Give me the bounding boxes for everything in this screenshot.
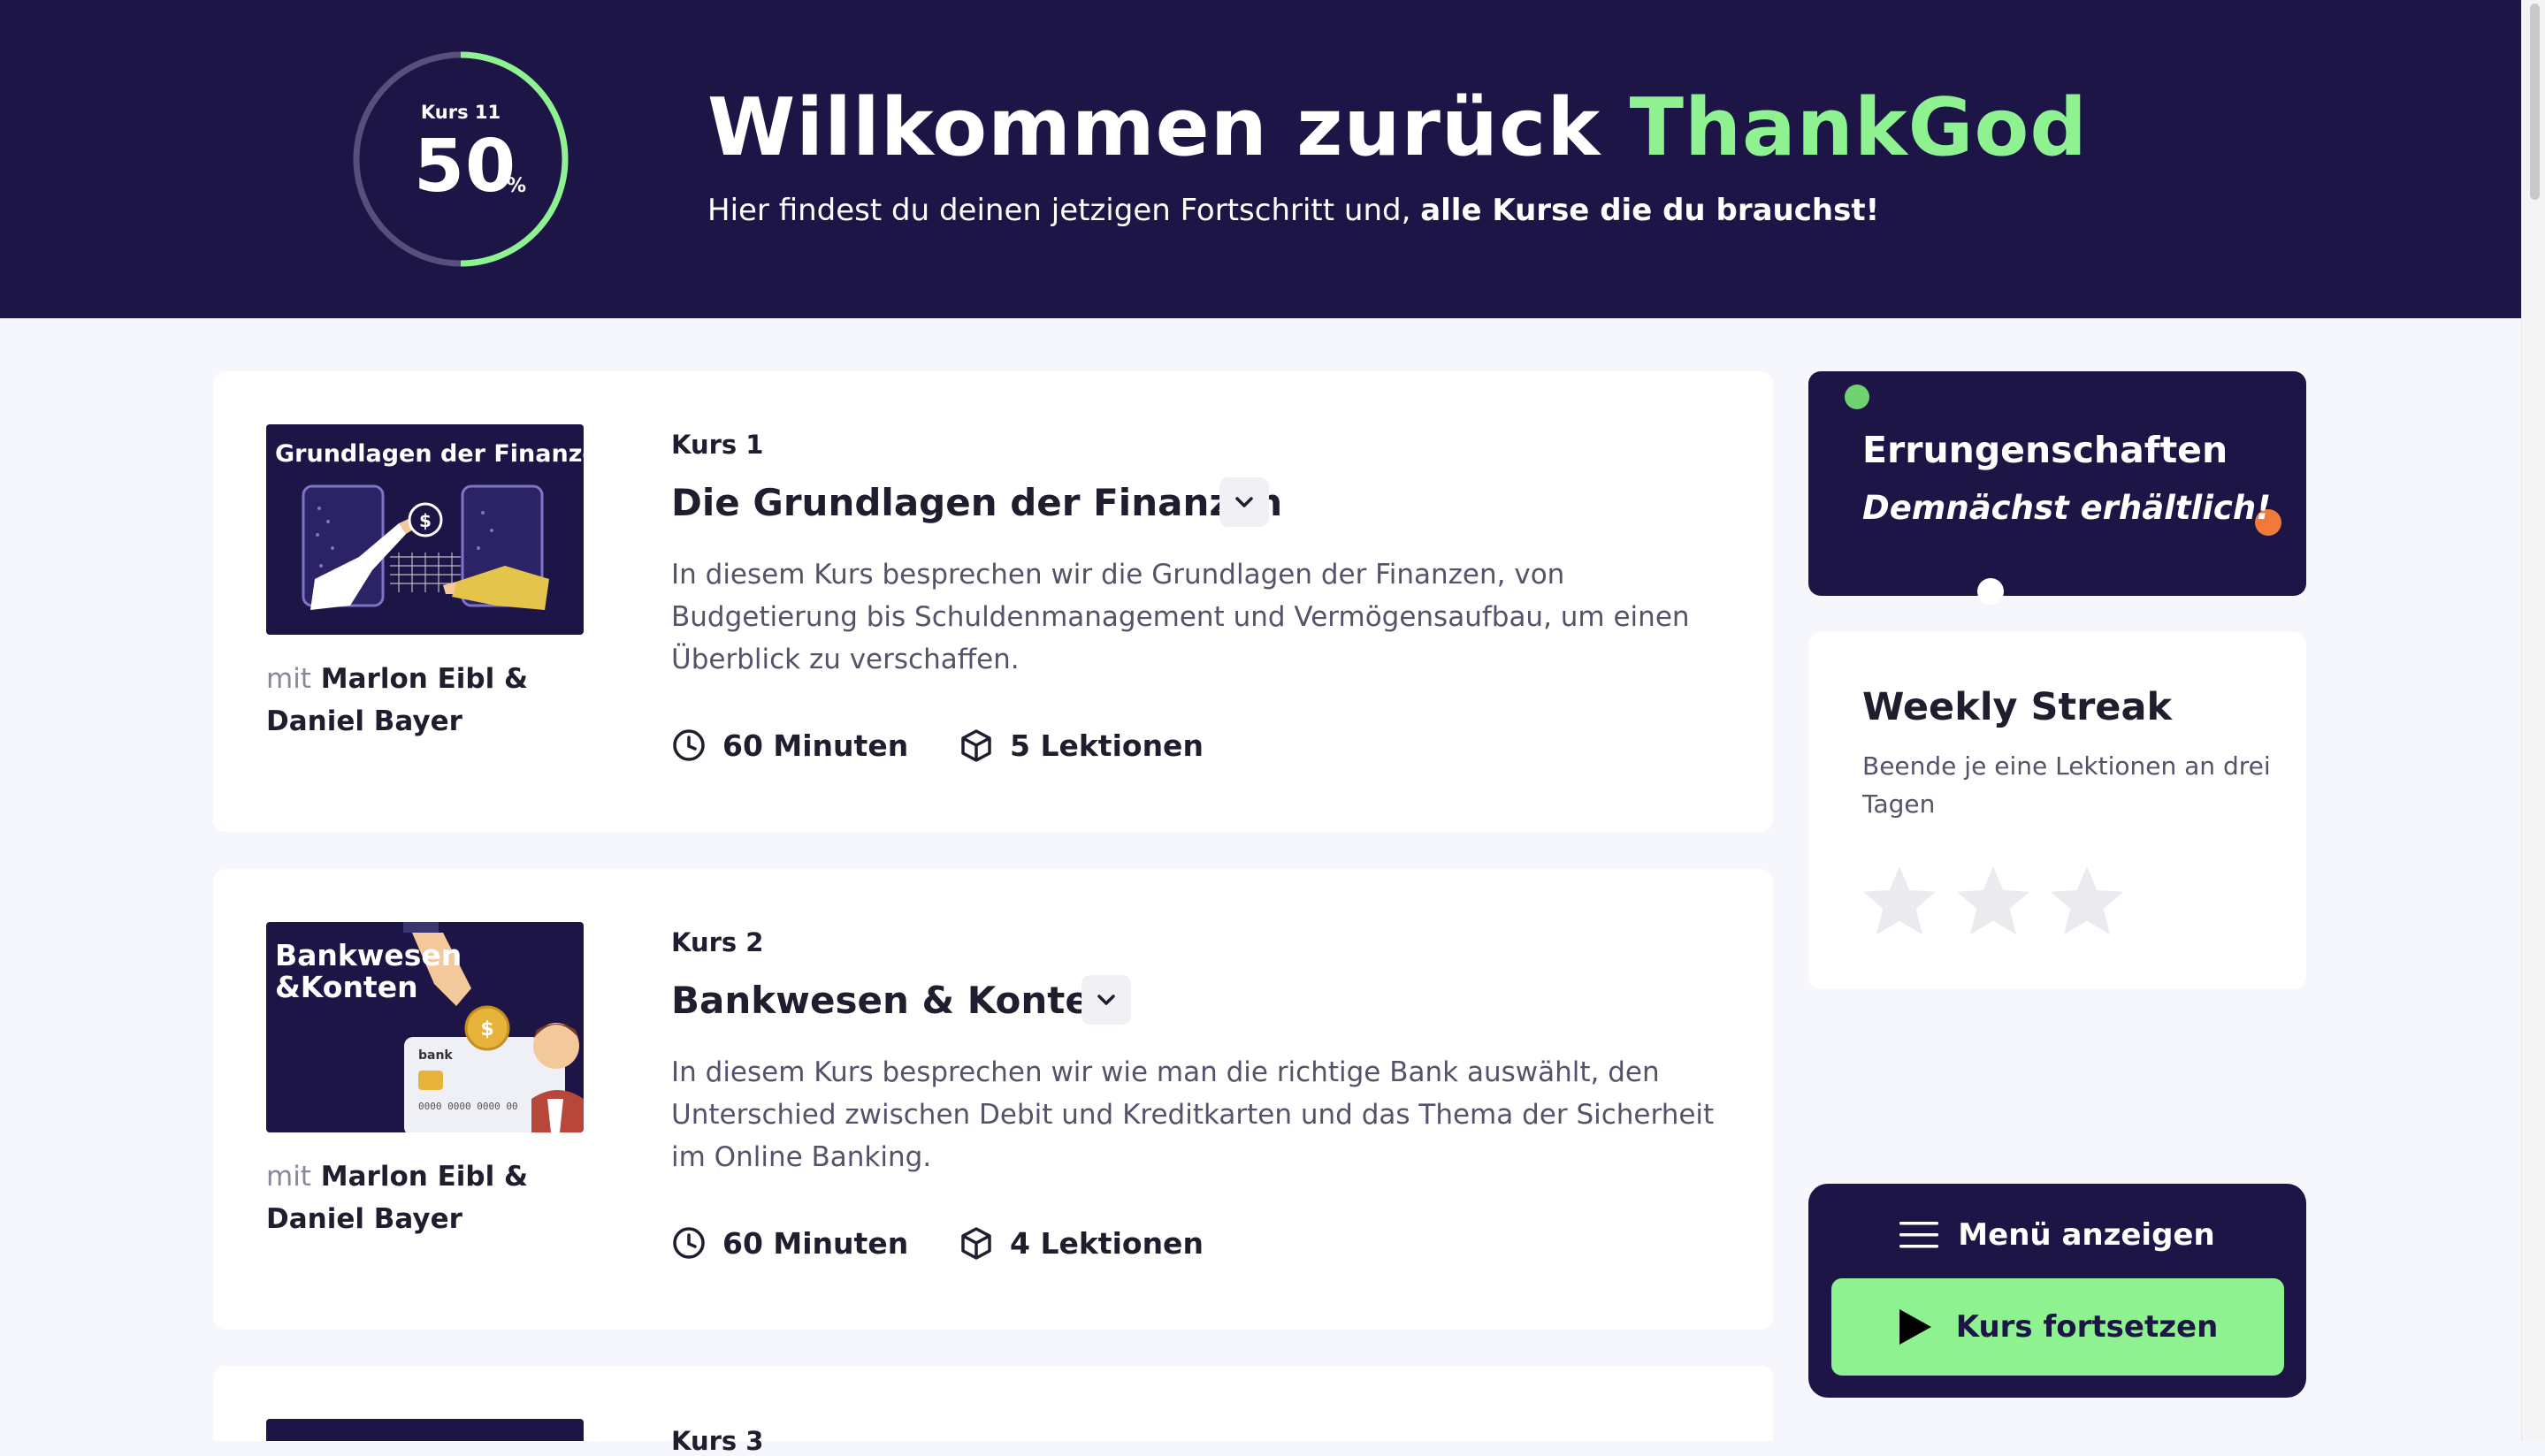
user-name: ThankGod: [1629, 81, 2088, 174]
course-number: Kurs 3: [671, 1426, 764, 1456]
show-menu-label: Menü anzeigen: [1958, 1217, 2215, 1253]
course-number: Kurs 2: [671, 927, 764, 957]
course-description: In diesem Kurs besprechen wir wie man di…: [671, 1056, 1715, 1173]
cube-icon: [961, 1227, 991, 1260]
duration-text: 60 Minuten: [722, 728, 909, 763]
show-menu-button[interactable]: Menü anzeigen: [1808, 1210, 2306, 1260]
authors-prefix: mit: [266, 1161, 311, 1193]
course-thumbnail: [266, 1419, 584, 1441]
authors-line-2: Daniel Bayer: [266, 1203, 462, 1235]
course-lessons: 5 Lektionen: [959, 726, 1204, 765]
welcome-heading: Willkommen zurück ThankGod: [707, 81, 2088, 174]
expand-course-button[interactable]: [1219, 477, 1269, 527]
course-progress-ring: Kurs 11 50 %: [350, 49, 571, 270]
course-duration: 60 Minuten: [671, 726, 908, 765]
card-number: 0000 0000 0000 00: [418, 1101, 518, 1112]
hamburger-menu-icon: [1899, 1222, 1939, 1248]
subtitle-prefix: Hier findest du deinen jetzigen Fortschr…: [707, 193, 1411, 228]
weekly-streak-card: Weekly Streak Beende je eine Lektionen a…: [1808, 632, 2306, 989]
progress-course-label: Kurs 11: [420, 102, 501, 123]
clock-icon: [673, 1227, 705, 1259]
authors-line-1: Marlon Eibl &: [320, 1161, 529, 1193]
course-thumbnail: bank 0000 0000 0000 00 $ Bankwesen &Kont…: [266, 922, 584, 1132]
achievements-card: Errungenschaften Demnächst erhältlich!: [1808, 371, 2306, 605]
decorative-dot: [1845, 385, 1869, 409]
lessons-text: 5 Lektionen: [1010, 728, 1204, 763]
course-title[interactable]: Die Grundlagen der Finanzen: [671, 481, 1282, 524]
clock-icon: [673, 729, 705, 761]
welcome-header: Kurs 11 50 % Willkommen zurück ThankGod …: [0, 0, 2521, 318]
authors-line-1: Marlon Eibl &: [320, 663, 529, 695]
course-duration: 60 Minuten: [671, 1223, 908, 1262]
welcome-subtitle: Hier findest du deinen jetzigen Fortschr…: [707, 193, 1879, 228]
star-icon: [1956, 865, 2030, 935]
progress-percent-unit: %: [507, 175, 527, 197]
duration-text: 60 Minuten: [722, 1225, 909, 1261]
course-number: Kurs 1: [671, 430, 764, 460]
scrollbar-thumb[interactable]: [2530, 4, 2540, 200]
continue-course-label: Kurs fortsetzen: [1955, 1309, 2219, 1345]
streak-stars: [1860, 864, 2141, 940]
svg-text:$: $: [480, 1018, 493, 1041]
subtitle-bold: alle Kurse die du brauchst!: [1420, 193, 1880, 228]
course-thumbnail: $ Grundlagen der Finanzen: [266, 424, 584, 635]
decorative-dot: [1977, 578, 2004, 605]
course-card[interactable]: bank 0000 0000 0000 00 $ Bankwesen &Kont…: [213, 869, 1773, 1330]
course-description: In diesem Kurs besprechen wir die Grundl…: [671, 559, 1690, 675]
course-authors: mit Marlon Eibl & Daniel Bayer: [266, 1155, 528, 1240]
achievements-title: Errungenschaften: [1862, 429, 2228, 471]
streak-description: Beende je eine Lektionen an drei Tagen: [1862, 751, 2271, 819]
chevron-down-icon: [1235, 497, 1253, 507]
expand-course-button[interactable]: [1081, 975, 1131, 1025]
authors-prefix: mit: [266, 663, 311, 695]
cube-icon: [961, 729, 991, 762]
star-icon: [1862, 865, 1937, 935]
card-brand: bank: [418, 1048, 453, 1063]
progress-percent-value: 50: [414, 125, 517, 209]
course-authors: mit Marlon Eibl & Daniel Bayer: [266, 658, 528, 743]
svg-text:$: $: [419, 510, 432, 531]
continue-course-button[interactable]: Kurs fortsetzen: [1831, 1278, 2284, 1376]
course-action-panel: Menü anzeigen Kurs fortsetzen: [1808, 1184, 2306, 1398]
lessons-text: 4 Lektionen: [1010, 1225, 1204, 1261]
course-lessons: 4 Lektionen: [959, 1223, 1204, 1262]
streak-title: Weekly Streak: [1862, 685, 2173, 729]
course-card[interactable]: $ Grundlagen der Finanzen mit Marlon Eib…: [213, 371, 1773, 832]
thumbnail-title: Bankwesen &Konten: [275, 940, 462, 1003]
course-title[interactable]: Bankwesen & Konten: [671, 979, 1117, 1022]
star-icon: [2050, 865, 2124, 935]
thumbnail-title-line-2: &Konten: [275, 970, 418, 1004]
thumbnail-title-line-1: Bankwesen: [275, 938, 462, 972]
thumbnail-title: Grundlagen der Finanzen: [275, 440, 584, 468]
achievements-subtitle: Demnächst erhältlich!: [1862, 489, 2272, 527]
play-icon: [1899, 1309, 1931, 1345]
course-card[interactable]: Kurs 3: [213, 1366, 1773, 1456]
authors-line-2: Daniel Bayer: [266, 705, 462, 737]
page-scrollbar[interactable]: [2521, 0, 2545, 1441]
chevron-down-icon: [1097, 995, 1115, 1005]
welcome-prefix: Willkommen zurück: [707, 81, 1601, 174]
